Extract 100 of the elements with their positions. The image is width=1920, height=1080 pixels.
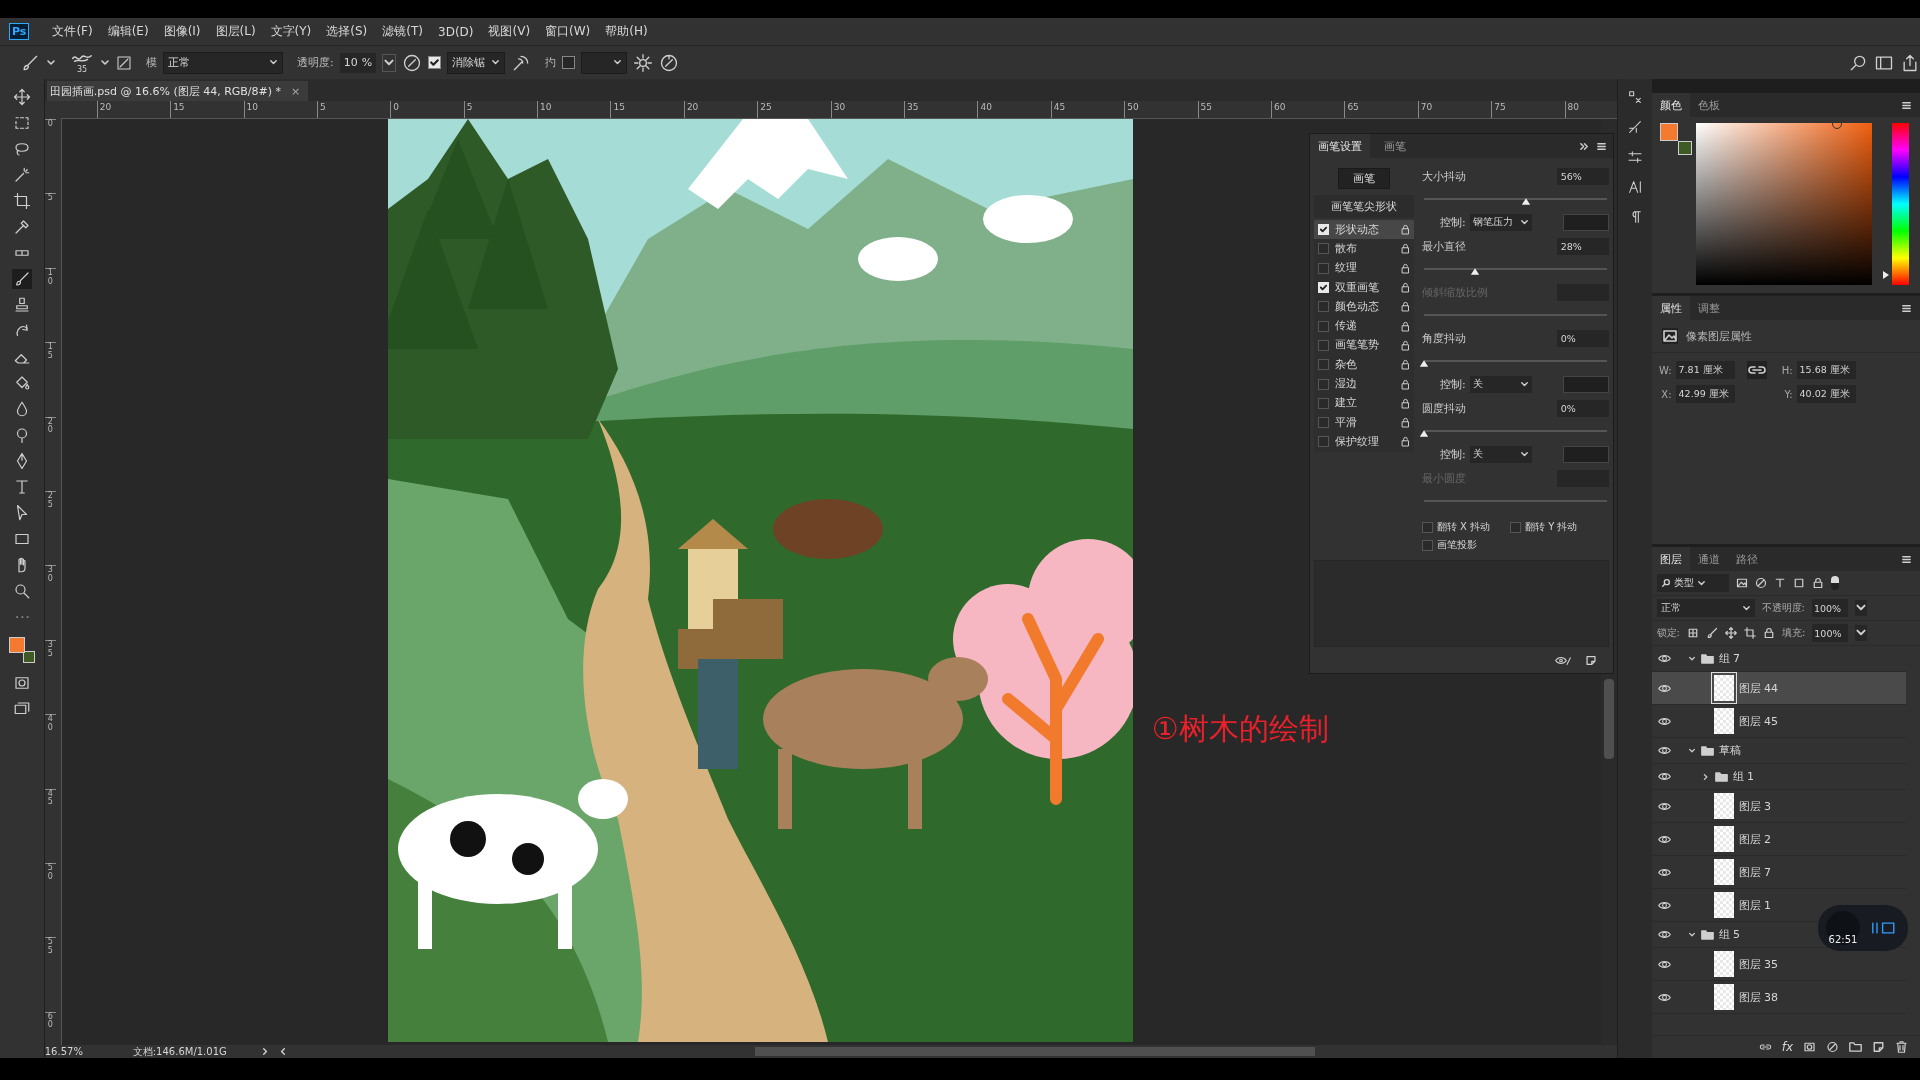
opacity-field[interactable]: 100%: [1811, 599, 1848, 617]
panel-tab[interactable]: 图层: [1651, 547, 1690, 571]
brush-option-row[interactable]: 形状动态: [1313, 220, 1414, 240]
smoothing-dropdown[interactable]: 消除锯: [447, 51, 506, 74]
caret-icon[interactable]: [269, 58, 278, 67]
eye-icon[interactable]: [1658, 746, 1672, 755]
menu-item[interactable]: 3D(D): [432, 24, 480, 39]
chevron-down-icon[interactable]: [1687, 930, 1696, 939]
layer-style-button[interactable]: fx: [1781, 1040, 1793, 1054]
link-icon[interactable]: [1758, 1041, 1772, 1053]
checkbox[interactable]: [1317, 243, 1329, 255]
lock-icon[interactable]: [1400, 436, 1410, 448]
layer-row[interactable]: 图层 44: [1651, 672, 1906, 705]
value-field[interactable]: [1562, 375, 1609, 393]
menu-item[interactable]: 图层(L): [209, 23, 262, 40]
settings-icon[interactable]: [633, 52, 654, 73]
panel-tab[interactable]: 路径: [1727, 547, 1766, 571]
brush-option-row[interactable]: 杂色: [1313, 355, 1414, 375]
menu-item[interactable]: 帮助(H): [599, 23, 654, 40]
checkbox[interactable]: [1317, 397, 1329, 409]
y-position-field[interactable]: 40.02 厘米: [1796, 385, 1856, 403]
scrollbar-thumb[interactable]: [754, 1047, 1315, 1056]
lock-icon[interactable]: [1811, 577, 1824, 589]
scrollbar-thumb[interactable]: [1603, 679, 1614, 759]
transform-icon[interactable]: [1792, 577, 1805, 589]
panel-tab[interactable]: 色板: [1689, 93, 1728, 117]
layer-row[interactable]: 草稿: [1651, 738, 1906, 764]
menu-item[interactable]: 滤镜(T): [376, 23, 429, 40]
eye-icon[interactable]: [1658, 683, 1672, 693]
value-field[interactable]: 0%: [1556, 329, 1609, 347]
checkbox[interactable]: [1317, 262, 1329, 274]
foreground-color-swatch[interactable]: [8, 637, 25, 653]
brush-option-row[interactable]: 双重画笔: [1313, 277, 1414, 298]
checkbox[interactable]: [1317, 378, 1329, 390]
lock-icon[interactable]: [1400, 224, 1410, 236]
slider-thumb[interactable]: [1470, 267, 1480, 276]
checkbox[interactable]: [1317, 436, 1329, 448]
menu-item[interactable]: 图像(I): [157, 23, 207, 40]
adjust-icon[interactable]: [1626, 149, 1643, 165]
menu-item[interactable]: 视图(V): [482, 23, 537, 40]
caret-icon[interactable]: [491, 58, 501, 67]
caret-icon[interactable]: [1854, 600, 1867, 616]
background-color-swatch[interactable]: [22, 651, 35, 663]
crop-tool-icon[interactable]: [11, 191, 32, 211]
slider-thumb[interactable]: [1418, 359, 1429, 368]
caret-icon[interactable]: [100, 57, 110, 68]
menu-item[interactable]: 窗口(W): [539, 23, 597, 40]
layer-row[interactable]: 组 1: [1651, 764, 1906, 790]
move-icon[interactable]: [1724, 627, 1737, 639]
control-dropdown[interactable]: 钢笔压力: [1469, 213, 1532, 231]
eye-icon[interactable]: [1658, 900, 1672, 910]
menu-icon[interactable]: [1595, 140, 1607, 152]
expand-icon[interactable]: [1578, 140, 1590, 152]
blend-mode-dropdown[interactable]: 正常: [1656, 599, 1755, 617]
brush-panel-toggle-icon[interactable]: [116, 54, 132, 71]
eye-brush-icon[interactable]: [1554, 654, 1571, 666]
checkbox[interactable]: [1509, 521, 1521, 533]
panel-tab[interactable]: 属性: [1651, 296, 1690, 320]
layer-filter-dropdown[interactable]: 类型: [1656, 574, 1729, 592]
chevron-down-icon[interactable]: [1687, 746, 1696, 755]
lock-icon[interactable]: [1762, 627, 1775, 639]
lock-icon[interactable]: [1400, 359, 1410, 371]
panel-tab[interactable]: 颜色: [1651, 93, 1690, 117]
brush-option-row[interactable]: 传递: [1313, 316, 1414, 336]
lock-icon[interactable]: [1400, 378, 1410, 390]
document-tab[interactable]: 田园插画.psd @ 16.6% (图层 44, RGB/8#) * ×: [46, 81, 309, 101]
chevron-right-icon[interactable]: [1701, 772, 1710, 781]
brush-option-row[interactable]: 平滑: [1313, 412, 1414, 433]
panel-tab[interactable]: 通道: [1689, 547, 1728, 571]
brush-option-row[interactable]: 保护纹理: [1313, 432, 1414, 452]
caret-icon[interactable]: [1519, 449, 1529, 459]
brush-icon[interactable]: [1705, 627, 1718, 639]
eye-icon[interactable]: [1658, 654, 1672, 663]
checkbox[interactable]: [1421, 539, 1433, 551]
brush-option-row[interactable]: 湿边: [1313, 374, 1414, 394]
menu-item[interactable]: 编辑(E): [101, 23, 155, 40]
brush-option-row[interactable]: 建立: [1313, 393, 1414, 413]
menu-icon[interactable]: [1901, 302, 1912, 314]
panel-tab[interactable]: 调整: [1689, 296, 1728, 320]
checkbox[interactable]: [1317, 417, 1329, 429]
value-field[interactable]: 56%: [1556, 167, 1609, 185]
checkbox[interactable]: [1317, 320, 1329, 332]
brushes-button[interactable]: 画笔: [1337, 168, 1390, 189]
lock-icon[interactable]: [1400, 262, 1410, 274]
brush-tip-shape-item[interactable]: 画笔笔尖形状: [1313, 195, 1414, 218]
lock-icon[interactable]: [1400, 243, 1410, 255]
slider-thumb[interactable]: [1418, 429, 1429, 438]
checkbox[interactable]: [1317, 301, 1329, 313]
lock-icon[interactable]: [1400, 397, 1410, 409]
blend-mode-dropdown[interactable]: 正常: [163, 51, 283, 74]
folder-icon[interactable]: [1849, 1041, 1862, 1053]
pause-stop-icon[interactable]: [1870, 921, 1898, 935]
checkbox[interactable]: [1317, 359, 1329, 371]
layer-row[interactable]: 图层 45: [1651, 705, 1906, 738]
symmetry-icon[interactable]: [659, 52, 680, 73]
eye-icon[interactable]: [1658, 834, 1672, 844]
layer-row[interactable]: 图层 2: [1651, 823, 1906, 856]
move-tool-icon[interactable]: [11, 87, 32, 107]
image-icon[interactable]: [1735, 577, 1748, 589]
caret-icon[interactable]: [1519, 217, 1529, 227]
